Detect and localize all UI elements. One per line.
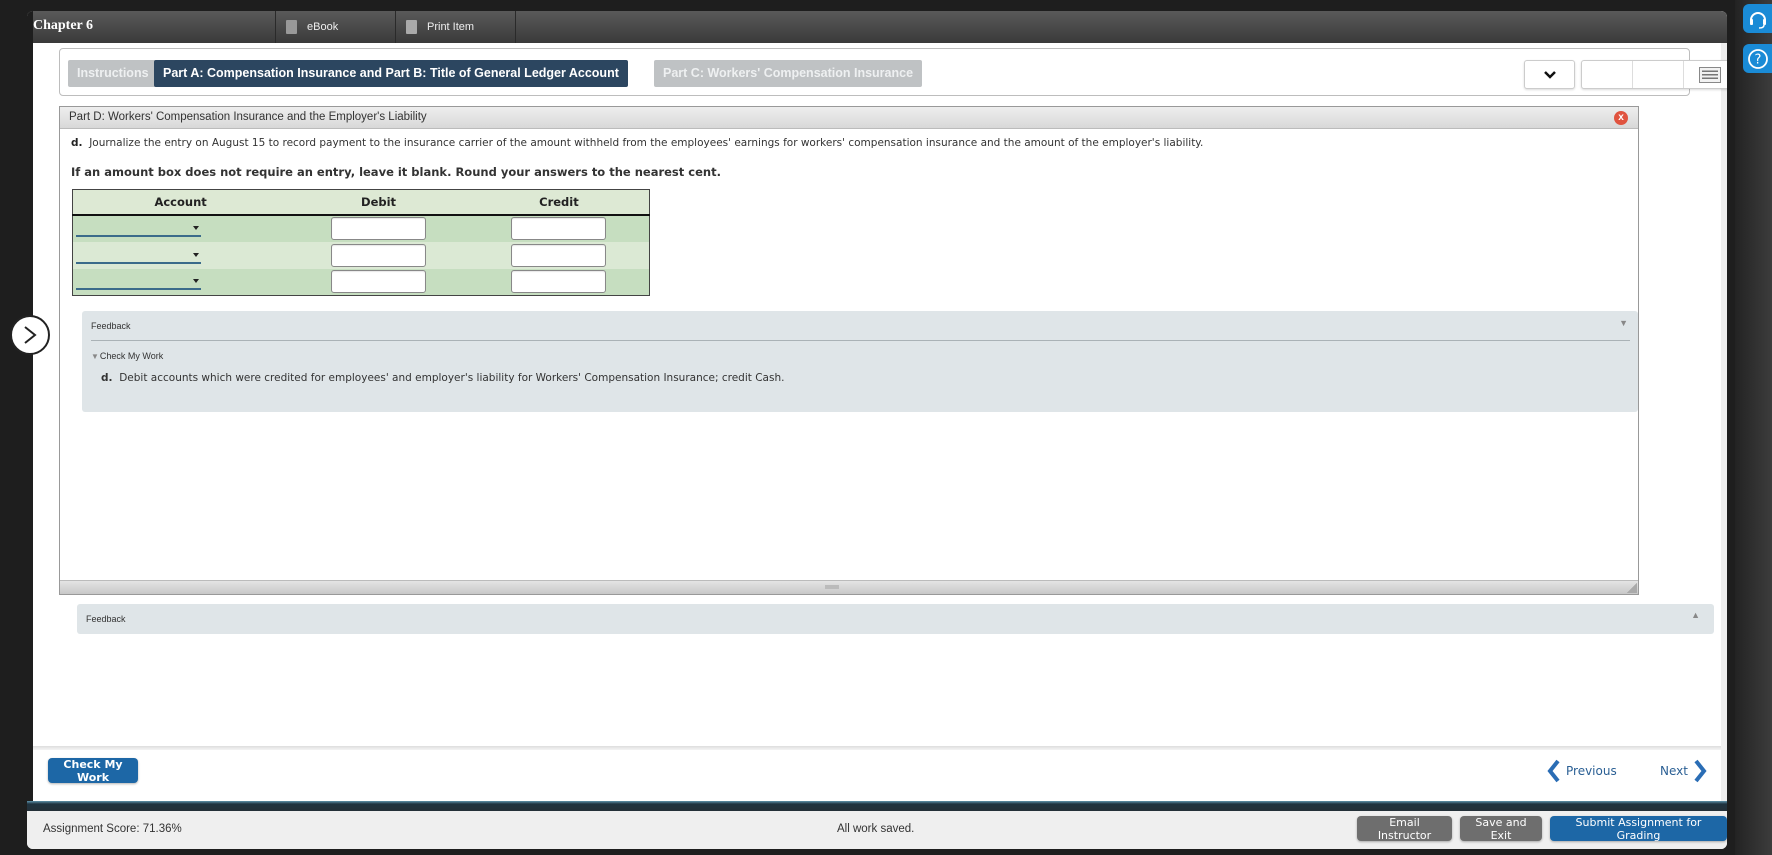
debit-input[interactable]: [331, 217, 427, 240]
dropdown-arrow-icon: [193, 252, 199, 257]
feedback-label: Feedback: [91, 321, 131, 331]
help-button[interactable]: ?: [1743, 44, 1772, 73]
feedback-divider: [91, 340, 1630, 341]
save-status: All work saved.: [837, 823, 915, 835]
header-credit: Credit: [468, 189, 650, 216]
credit-input[interactable]: [511, 217, 607, 240]
tool-button-2[interactable]: [1633, 61, 1684, 88]
close-icon[interactable]: x: [1614, 111, 1628, 125]
credit-input[interactable]: [511, 243, 607, 267]
resize-handle-icon[interactable]: [1627, 583, 1637, 593]
account-select[interactable]: [76, 247, 201, 264]
credit-input[interactable]: [511, 270, 607, 294]
part-d-panel: Part D: Workers' Compensation Insurance …: [59, 106, 1639, 595]
instruction-text: If an amount box does not require an ent…: [71, 165, 721, 179]
tab-part-a-b[interactable]: Part A: Compensation Insurance and Part …: [154, 60, 628, 87]
save-and-exit-button[interactable]: Save and Exit: [1460, 816, 1542, 842]
help-icon: ?: [1747, 48, 1768, 69]
table-row: [72, 241, 650, 269]
account-select[interactable]: [76, 220, 201, 237]
next-label: Next: [1660, 764, 1688, 778]
check-my-work-label: Check My Work: [99, 351, 164, 361]
grip-icon: [825, 585, 839, 589]
content-divider: [33, 746, 1721, 750]
check-my-work-toggle[interactable]: ▼Check My Work: [91, 351, 163, 361]
chevron-left-icon: [1547, 759, 1560, 783]
content-area: Instructions Part A: Compensation Insura…: [33, 43, 1727, 801]
ebook-button[interactable]: eBook: [275, 11, 395, 43]
bottom-feedback: Feedback ▲: [77, 604, 1714, 634]
print-label: Print Item: [427, 21, 475, 33]
table-row: [72, 214, 650, 242]
assignment-window: Chapter 6 eBook Print Item Instructions …: [27, 11, 1727, 849]
panel-resize-bar[interactable]: [60, 580, 1638, 594]
feedback-letter: d.: [101, 372, 113, 384]
table-row: [72, 268, 650, 296]
debit-input[interactable]: [331, 243, 427, 267]
support-button[interactable]: [1743, 4, 1772, 33]
tab-instructions[interactable]: Instructions: [68, 60, 158, 87]
previous-label: Previous: [1566, 764, 1617, 778]
previous-button[interactable]: Previous: [1547, 759, 1617, 783]
question-letter: d.: [71, 137, 83, 149]
chapter-title: Chapter 6: [33, 18, 94, 33]
svg-text:?: ?: [1754, 52, 1761, 67]
bottom-feedback-label: Feedback: [86, 614, 126, 624]
top-bar: Chapter 6 eBook Print Item: [27, 11, 1727, 43]
expand-triangle-icon[interactable]: ▲: [1691, 610, 1700, 620]
tab-strip: Instructions Part A: Compensation Insura…: [59, 48, 1727, 96]
panel-title: Part D: Workers' Compensation Insurance …: [60, 107, 1638, 129]
right-gutter: [1735, 0, 1772, 855]
feedback-text: d. Debit accounts which were credited fo…: [101, 372, 784, 384]
ebook-label: eBook: [307, 21, 339, 33]
tab-part-c[interactable]: Part C: Workers' Compensation Insurance: [654, 60, 923, 87]
print-icon: [406, 20, 417, 34]
headset-icon: [1749, 11, 1766, 29]
expand-sidebar-button[interactable]: [10, 315, 50, 355]
assignment-score: Assignment Score: 71.36%: [43, 823, 182, 835]
dropdown-arrow-icon: [193, 279, 199, 284]
debit-input[interactable]: [331, 270, 427, 294]
dropdown-arrow-icon: [193, 226, 199, 230]
submit-assignment-button[interactable]: Submit Assignment for Grading: [1550, 816, 1727, 842]
feedback-body: Debit accounts which were credited for e…: [119, 372, 785, 384]
check-my-work-button[interactable]: Check My Work: [48, 758, 138, 784]
menu-button[interactable]: [1684, 61, 1727, 88]
journal-table: Account Debit Credit: [72, 189, 650, 296]
status-bar: Assignment Score: 71.36% All work saved.…: [27, 811, 1727, 849]
chevron-down-icon: [1543, 70, 1556, 79]
triangle-down-icon: ▼: [91, 352, 99, 361]
list-icon: [1698, 66, 1721, 83]
tool-group: [1581, 60, 1727, 89]
statusbar-divider: [27, 801, 1727, 811]
email-instructor-button[interactable]: Email Instructor: [1357, 816, 1452, 842]
dropdown-button[interactable]: [1524, 60, 1575, 89]
header-debit: Debit: [288, 189, 469, 216]
question-text: d. Journalize the entry on August 15 to …: [71, 137, 1203, 149]
collapse-triangle-icon[interactable]: ▼: [1619, 318, 1628, 328]
print-button[interactable]: Print Item: [395, 11, 515, 43]
next-button[interactable]: Next: [1660, 759, 1707, 783]
account-select[interactable]: [76, 273, 201, 291]
panel-title-text: Part D: Workers' Compensation Insurance …: [69, 111, 427, 123]
tool-button-1[interactable]: [1582, 61, 1633, 88]
feedback-section: Feedback ▼ ▼Check My Work d. Debit accou…: [82, 311, 1638, 412]
header-account: Account: [72, 189, 289, 216]
question-body: Journalize the entry on August 15 to rec…: [89, 137, 1204, 149]
chevron-right-icon: [1694, 759, 1707, 783]
topbar-divider: [515, 11, 526, 43]
chevron-right-icon: [24, 326, 37, 344]
book-icon: [286, 20, 297, 34]
